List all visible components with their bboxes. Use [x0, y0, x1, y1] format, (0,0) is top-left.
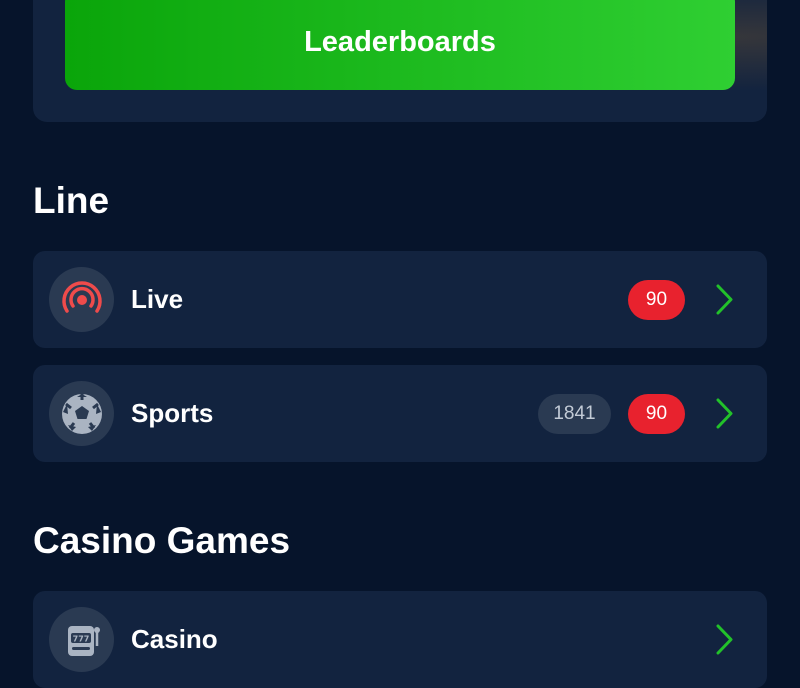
casino-item-casino[interactable]: 777 Casino — [33, 591, 767, 688]
chevron-right-icon — [716, 624, 733, 655]
chevron-right-icon — [716, 284, 733, 315]
line-item-label: Live — [131, 284, 184, 314]
event-count-badge: 1841 — [538, 394, 611, 434]
section-title-line: Line — [33, 180, 110, 221]
line-item-sports[interactable]: Sports 1841 90 — [33, 365, 767, 462]
leaderboards-button[interactable]: Leaderboards — [65, 0, 735, 90]
chevron-right-icon — [716, 398, 733, 429]
line-item-live[interactable]: Live 90 — [33, 251, 767, 348]
leaderboards-label: Leaderboards — [304, 25, 496, 58]
live-broadcast-icon — [49, 267, 114, 332]
svg-text:777: 777 — [72, 634, 89, 643]
casino-item-label: Casino — [131, 624, 218, 654]
live-count-badge: 90 — [628, 394, 685, 434]
section-title-casino: Casino Games — [33, 520, 291, 561]
live-count-badge: 90 — [628, 280, 685, 320]
soccer-ball-icon — [49, 381, 114, 446]
line-item-label: Sports — [131, 398, 214, 428]
slot-machine-icon: 777 — [49, 607, 114, 672]
